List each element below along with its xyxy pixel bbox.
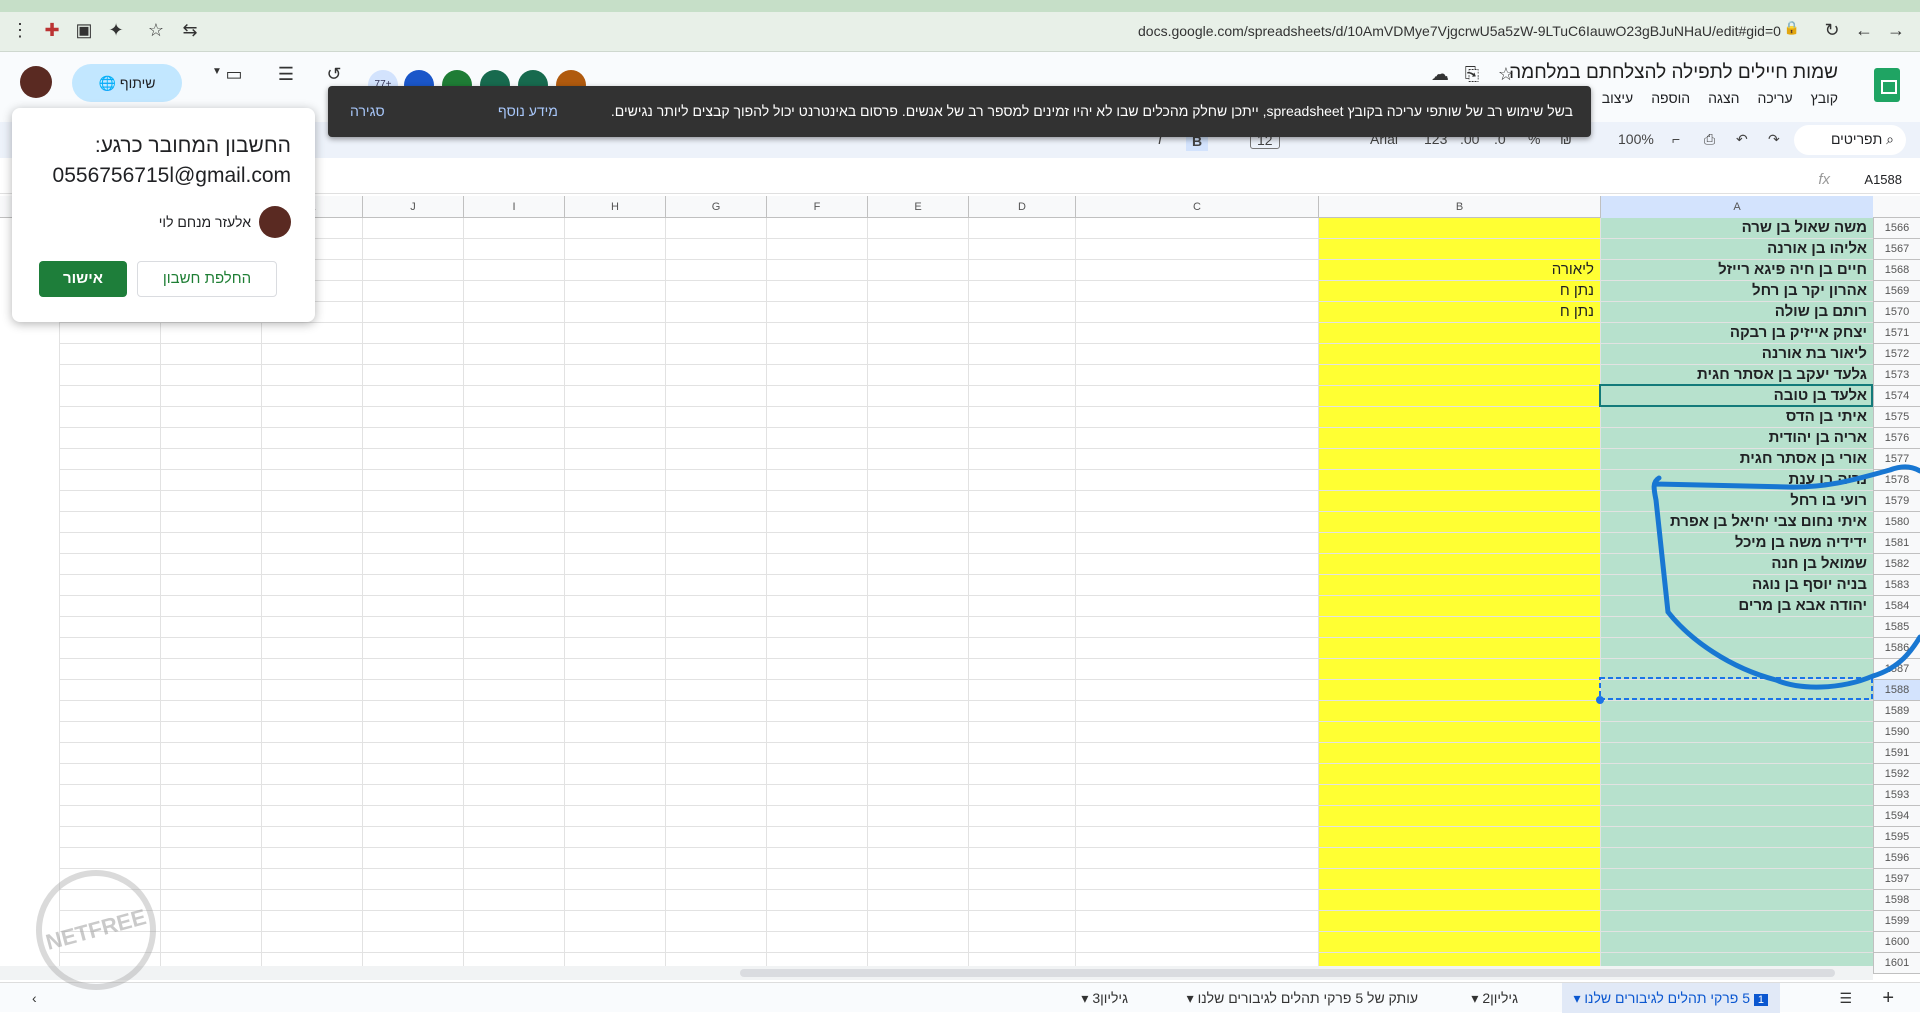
horizontal-scrollbar[interactable] — [0, 966, 1873, 980]
annotation-stroke — [1651, 464, 1920, 690]
collapse-icon[interactable]: › — [20, 983, 49, 1013]
sheet-tab-label: גיליון3 — [1092, 990, 1128, 1006]
sheet-tab-2[interactable]: גיליון2 ▾ — [1459, 983, 1530, 1013]
sheet-tab-1[interactable]: 1 5 פרקי תהלים לגיבורים שלנו ▾ — [1561, 983, 1780, 1013]
toast-message: בשל שימוש רב של שותפי עריכה בקובץ spread… — [610, 103, 1573, 119]
active-cell-outline — [1599, 384, 1873, 407]
account-email: 0556756715l@gmail.com — [52, 164, 291, 187]
confirm-button[interactable]: אישור — [39, 261, 127, 297]
sheet-tab-4[interactable]: גיליון3 ▾ — [1069, 983, 1140, 1013]
learn-more-link[interactable]: מידע נוסף — [498, 103, 558, 119]
account-popup: החשבון המחובר כרגע: 0556756715l@gmail.co… — [12, 108, 315, 322]
add-sheet-button[interactable]: + — [1870, 983, 1906, 1013]
popup-heading: החשבון המחובר כרגע: — [94, 134, 291, 157]
sheet-tab-label: עותק של 5 פרקי תהלים לגיבורים שלנו — [1197, 990, 1418, 1006]
sheet-tab-label: גיליון2 — [1482, 990, 1518, 1006]
account-name: אלעזר מנחם לוי — [158, 214, 251, 230]
selection-fill-handle — [1596, 696, 1604, 704]
sheet-tab-label: 5 פרקי תהלים לגיבורים שלנו — [1584, 990, 1750, 1006]
collaboration-toast: בשל שימוש רב של שותפי עריכה בקובץ spread… — [328, 86, 1591, 137]
sheet-tabs-bar: › + ☰ 1 5 פרקי תהלים לגיבורים שלנו ▾ גיל… — [0, 982, 1920, 1013]
toast-close-button[interactable]: סגירה — [350, 103, 385, 119]
scrollbar-thumb[interactable] — [740, 969, 1835, 977]
account-avatar — [259, 206, 291, 238]
all-sheets-button[interactable]: ☰ — [1827, 983, 1864, 1013]
sheet-badge: 1 — [1753, 994, 1768, 1006]
switch-account-button[interactable]: החלפת חשבון — [137, 261, 277, 297]
sheet-tab-3[interactable]: עותק של 5 פרקי תהלים לגיבורים שלנו ▾ — [1175, 983, 1430, 1013]
